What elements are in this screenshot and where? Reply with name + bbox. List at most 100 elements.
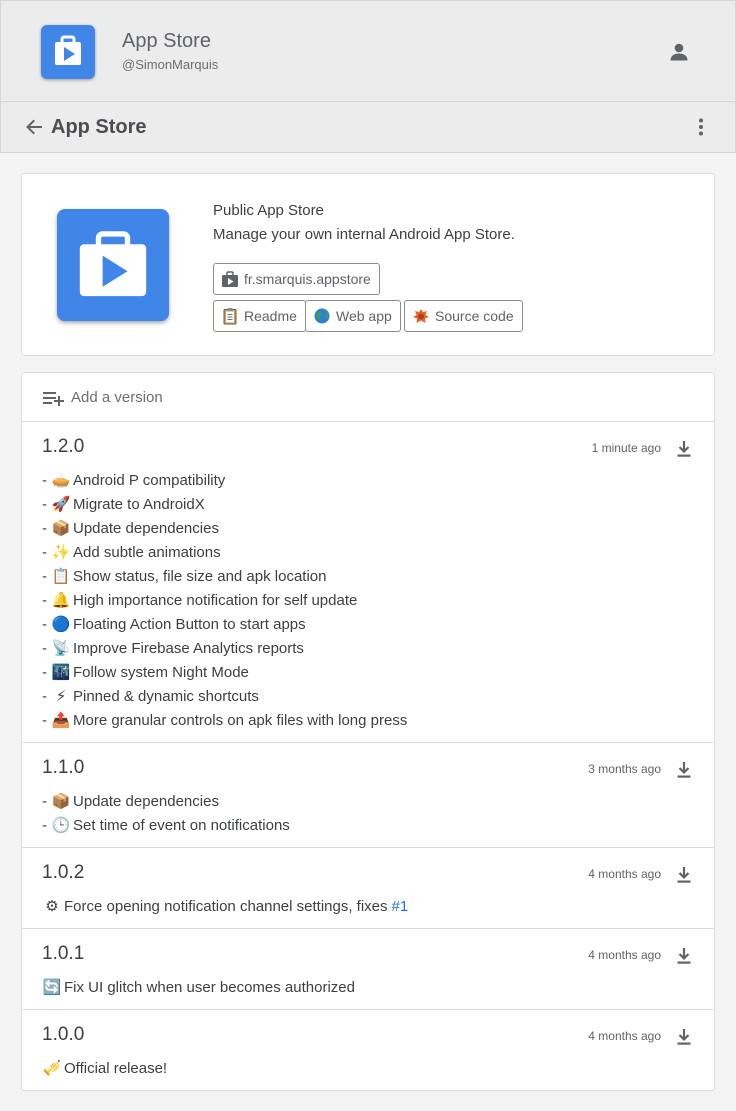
release-note: - 🔔 High importance notification for self … — [42, 588, 407, 612]
release-note: - 🕒 Set time of event on notifications — [42, 813, 290, 837]
app-header: App Store @SimonMarquis — [0, 0, 736, 102]
download-icon[interactable] — [676, 1028, 692, 1046]
version-time: 3 months ago — [588, 762, 661, 776]
note-emoji-icon: 🎺 — [42, 1060, 62, 1077]
playlist-add-icon — [43, 389, 65, 407]
note-text: Set time of event on notifications — [73, 816, 290, 834]
version-item: 1.0.0 4 months ago 🎺 Official release! — [22, 1010, 714, 1090]
app-store-logo-icon — [41, 25, 95, 79]
release-note: - 🥧 Android P compatibility — [42, 468, 407, 492]
note-emoji-icon: 🚀 — [51, 496, 71, 513]
release-note: - 📤 More granular controls on apk files wi… — [42, 708, 407, 732]
version-item: 1.2.0 1 minute ago - 🥧 Android P compatibili… — [22, 422, 714, 743]
note-text: Official release! — [64, 1059, 168, 1077]
note-bullet: - — [42, 591, 47, 609]
download-icon[interactable] — [676, 761, 692, 779]
note-emoji-icon: 🔵 — [51, 616, 71, 633]
note-bullet: - — [42, 663, 47, 681]
more-vert-icon[interactable] — [691, 117, 711, 137]
toolbar: App Store — [0, 102, 736, 153]
note-bullet: - — [42, 615, 47, 633]
release-note: 🔄 Fix UI glitch when user becomes authori… — [42, 975, 355, 999]
release-notes: 🔄 Fix UI glitch when user becomes authori… — [42, 975, 355, 999]
release-note: - 📋 Show status, file size and apk locatio… — [42, 564, 407, 588]
release-note: - 🚀 Migrate to AndroidX — [42, 492, 407, 516]
back-arrow-icon[interactable] — [24, 117, 44, 137]
note-text: Improve Firebase Analytics reports — [73, 639, 304, 657]
note-bullet: - — [42, 495, 47, 513]
source-code-button[interactable]: Source code — [404, 300, 523, 332]
version-time: 4 months ago — [588, 867, 661, 881]
note-bullet: - — [42, 543, 47, 561]
readme-label: Readme — [244, 308, 297, 324]
note-text: Floating Action Button to start apps — [73, 615, 306, 633]
download-icon[interactable] — [676, 947, 692, 965]
note-text: Android P compatibility — [73, 471, 226, 489]
note-text: Pinned & dynamic shortcuts — [73, 687, 259, 705]
note-emoji-icon: 📦 — [51, 520, 71, 537]
note-emoji-icon: 🕒 — [51, 817, 71, 834]
octocat-icon — [412, 307, 430, 325]
package-name-chip[interactable]: fr.smarquis.appstore — [213, 263, 380, 295]
note-text: Show status, file size and apk location — [73, 567, 327, 585]
version-time: 4 months ago — [588, 1029, 661, 1043]
note-bullet: - — [42, 792, 47, 810]
note-emoji-icon: 🌃 — [51, 664, 71, 681]
download-icon[interactable] — [676, 440, 692, 458]
release-note: - ✨ Add subtle animations — [42, 540, 407, 564]
note-emoji-icon: ✨ — [51, 544, 71, 561]
note-bullet: - — [42, 639, 47, 657]
source-code-label: Source code — [435, 308, 514, 324]
note-emoji-icon: 📤 — [51, 712, 71, 729]
package-name: fr.smarquis.appstore — [244, 271, 371, 287]
note-bullet: - — [42, 816, 47, 834]
note-emoji-icon: ⚡ — [55, 688, 67, 705]
note-text: Update dependencies — [73, 519, 219, 537]
note-bullet: - — [42, 711, 47, 729]
note-text: High importance notification for self up… — [73, 591, 358, 609]
release-note: - 📦 Update dependencies — [42, 516, 407, 540]
note-text: Fix UI glitch when user becomes authoriz… — [64, 978, 355, 996]
account-icon[interactable] — [669, 42, 689, 62]
note-emoji-icon: 🔔 — [51, 592, 71, 609]
release-notes: ⚙ Force opening notification channel sett… — [42, 894, 408, 918]
readme-button[interactable]: Readme — [213, 300, 306, 332]
version-item: 1.1.0 3 months ago - 📦 Update dependencies - 🕒… — [22, 743, 714, 848]
account-username: @SimonMarquis — [122, 57, 219, 72]
note-text: More granular controls on apk files with… — [73, 711, 408, 729]
note-emoji-icon: 📡 — [51, 640, 71, 657]
note-emoji-icon: 📦 — [51, 793, 71, 810]
note-bullet: - — [42, 519, 47, 537]
web-app-button[interactable]: Web app — [305, 300, 401, 332]
note-emoji-icon: 📋 — [51, 568, 71, 585]
download-icon[interactable] — [676, 866, 692, 884]
note-text: Follow system Night Mode — [73, 663, 249, 681]
release-note: 🎺 Official release! — [42, 1056, 167, 1080]
release-notes: 🎺 Official release! — [42, 1056, 167, 1080]
note-text: Force opening notification channel setti… — [64, 897, 388, 915]
version-number: 1.0.2 — [42, 862, 85, 883]
app-info-card: Public App Store Manage your own interna… — [21, 173, 715, 356]
note-bullet: - — [42, 471, 47, 489]
note-text: Migrate to AndroidX — [73, 495, 205, 513]
release-note: - ⚡ Pinned & dynamic shortcuts — [42, 684, 407, 708]
note-emoji-icon: 🔄 — [42, 979, 62, 996]
release-note: - 📡 Improve Firebase Analytics reports — [42, 636, 407, 660]
app-description: Manage your own internal Android App Sto… — [213, 226, 515, 243]
globe-icon — [313, 307, 331, 325]
release-note: - 📦 Update dependencies — [42, 789, 290, 813]
note-bullet: - — [42, 687, 47, 705]
note-text: Update dependencies — [73, 792, 219, 810]
note-bullet: - — [42, 567, 47, 585]
note-emoji-icon: ⚙ — [45, 898, 59, 915]
version-time: 1 minute ago — [591, 441, 661, 455]
version-item: 1.0.2 4 months ago ⚙ Force opening notifica… — [22, 848, 714, 929]
issue-link[interactable]: #1 — [392, 898, 409, 915]
release-note: - 🌃 Follow system Night Mode — [42, 660, 407, 684]
version-number: 1.1.0 — [42, 757, 85, 778]
add-version-button[interactable]: Add a version — [22, 373, 714, 422]
version-number: 1.0.1 — [42, 943, 85, 964]
release-note: ⚙ Force opening notification channel sett… — [42, 894, 408, 918]
version-number: 1.2.0 — [42, 436, 85, 457]
note-text: Add subtle animations — [73, 543, 221, 561]
